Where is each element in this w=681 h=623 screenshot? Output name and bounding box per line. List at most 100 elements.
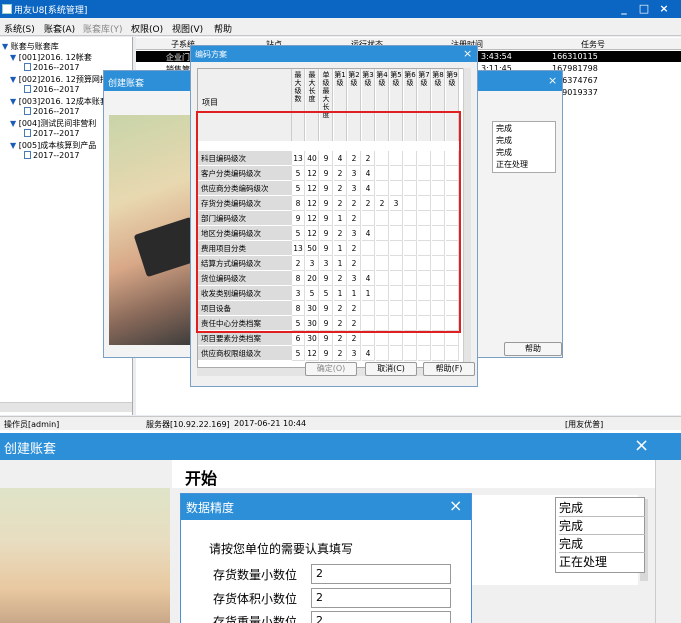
field-label-weight: 存货重量小数位 [213, 615, 298, 623]
value-cell[interactable] [404, 346, 417, 361]
close-icon[interactable]: × [548, 74, 557, 87]
dialog-title: 创建账套 [108, 79, 145, 89]
tree-item[interactable]: ▼ [003]2016. 12成本账套 [10, 96, 108, 107]
tree-year[interactable]: 2017--2017 [24, 129, 80, 138]
step-header: 开始 [172, 460, 657, 488]
dialog-title: 编码方案 [195, 50, 227, 59]
step-title: 开始 [185, 469, 218, 488]
tree-year-label: 2016--2017 [33, 107, 80, 116]
tree-item[interactable]: ▼ [005]成本核算到产品 [10, 140, 96, 151]
progress-status-list: 完成 完成 完成 正在处理 [492, 121, 556, 173]
status-item: 正在处理 [559, 555, 608, 569]
help-button[interactable]: 帮助 [504, 342, 562, 356]
dialog-title: 创建账套 [4, 442, 57, 457]
value-cell[interactable] [390, 331, 403, 346]
dialog-edge [655, 460, 681, 623]
value-cell[interactable] [390, 346, 403, 361]
value-cell[interactable]: 5 [292, 346, 305, 361]
instruction-text: 请按您单位的需要认真填写 [209, 542, 354, 556]
close-icon[interactable]: × [449, 496, 462, 515]
help-button[interactable]: 帮助(F) [423, 362, 475, 376]
status-operator: 操作员[admin] [4, 420, 60, 429]
expand-icon[interactable]: ▼ [10, 97, 16, 106]
table-row[interactable]: 169019337 [552, 87, 681, 98]
row-label: 项目要素分类档案 [198, 331, 292, 346]
maximize-button[interactable]: □ [636, 2, 652, 16]
value-cell[interactable] [404, 331, 417, 346]
ok-button[interactable]: 确定(O) [305, 362, 357, 376]
file-icon [24, 85, 31, 93]
value-cell[interactable] [432, 346, 445, 361]
menu-account[interactable]: 账套(A) [44, 22, 75, 35]
highlight-box [196, 111, 461, 333]
quantity-decimals-field[interactable]: 2 [311, 564, 451, 584]
menu-permission[interactable]: 权限(O) [131, 22, 163, 35]
value-cell[interactable]: 12 [306, 346, 319, 361]
cancel-button[interactable]: 取消(C) [365, 362, 417, 376]
expand-icon[interactable]: ▼ [10, 53, 16, 62]
volume-decimals-field[interactable]: 2 [311, 588, 451, 608]
file-icon [24, 107, 31, 115]
value-cell[interactable] [432, 331, 445, 346]
status-item: 完成 [559, 517, 645, 535]
value-cell[interactable]: 2 [334, 331, 347, 346]
close-icon[interactable]: × [634, 435, 649, 456]
dialog-header: 创建账套 × [0, 433, 681, 460]
value-cell[interactable]: 9 [320, 331, 333, 346]
close-icon[interactable]: × [463, 47, 472, 60]
dialog-header: 数据精度 × [181, 494, 471, 520]
tree-item-label: [004]测试民间非营利 [18, 119, 97, 128]
tree-hscrollbar[interactable] [0, 402, 132, 412]
value-cell[interactable]: 4 [362, 346, 375, 361]
cell-subsystem: 企业门 [166, 53, 190, 62]
weight-decimals-field[interactable]: 2 [311, 611, 451, 623]
file-icon [24, 151, 31, 159]
table-row[interactable]: 166374767 [552, 75, 681, 86]
value-cell[interactable] [446, 331, 459, 346]
close-button[interactable]: × [656, 2, 672, 16]
tree-item[interactable]: ▼ [001]2016. 12帐套 [10, 52, 92, 63]
dialog-header: 编码方案 × [191, 46, 477, 62]
progress-status-list: 完成 完成 完成 正在处理 [555, 497, 645, 573]
tree-year[interactable]: 2016--2017 [24, 107, 80, 116]
status-item: 完成 [559, 535, 645, 553]
minimize-button[interactable]: _ [616, 2, 632, 16]
expand-icon[interactable]: ▼ [10, 75, 16, 84]
value-cell[interactable] [418, 331, 431, 346]
window-title: 用友U8[系统管理] [14, 6, 88, 16]
tree-year-label: 2016--2017 [33, 85, 80, 94]
value-cell[interactable]: 2 [334, 346, 347, 361]
tree-item[interactable]: ▼ [004]测试民间非营利 [10, 118, 96, 129]
value-cell[interactable]: 30 [306, 331, 319, 346]
expand-icon[interactable]: ▼ [10, 141, 16, 150]
value-cell[interactable] [418, 346, 431, 361]
expand-icon[interactable]: ▼ [10, 119, 16, 128]
value-cell[interactable]: 2 [348, 331, 361, 346]
status-item: 完成 [559, 499, 645, 517]
menu-system[interactable]: 系统(S) [4, 22, 35, 35]
tree-year[interactable]: 2016--2017 [24, 63, 80, 72]
main-window: 用友U8[系统管理] _ □ × 系统(S) 账套(A) 账套库(Y) 权限(O… [0, 0, 681, 430]
tree-root[interactable]: ▼ 账套与账套库 [2, 41, 59, 52]
value-cell[interactable]: 9 [320, 346, 333, 361]
value-cell[interactable] [376, 346, 389, 361]
expand-icon[interactable]: ▼ [2, 42, 8, 51]
value-cell[interactable]: 6 [292, 331, 305, 346]
menu-view[interactable]: 视图(V) [172, 22, 203, 35]
value-cell[interactable] [376, 331, 389, 346]
tree-year[interactable]: 2017--2017 [24, 151, 80, 160]
status-edition: [用友优普] [565, 420, 604, 429]
menu-account-library[interactable]: 账套库(Y) [83, 22, 123, 35]
tree-year[interactable]: 2016--2017 [24, 85, 80, 94]
value-cell[interactable] [446, 346, 459, 361]
header-task-number[interactable]: 任务号 [581, 39, 605, 50]
value-cell[interactable]: 3 [348, 346, 361, 361]
status-server: 服务器[10.92.22.169] [146, 420, 230, 429]
vertical-scrollbar[interactable] [463, 68, 471, 368]
file-icon [24, 63, 31, 71]
menu-help[interactable]: 帮助 [214, 22, 232, 35]
tree-item-label: [005]成本核算到产品 [18, 141, 97, 150]
decorative-photo [109, 115, 205, 345]
value-cell[interactable] [362, 331, 375, 346]
tree-item[interactable]: ▼ [002]2016. 12预算网报 [10, 74, 108, 85]
